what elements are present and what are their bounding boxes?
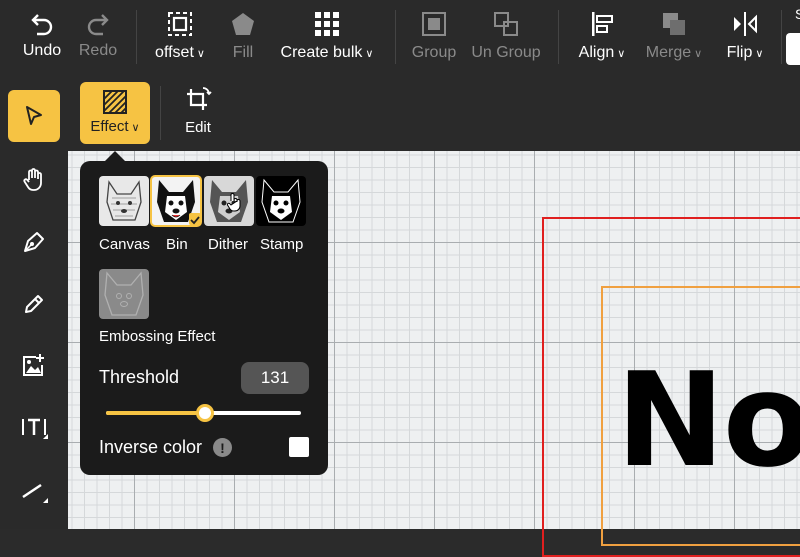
cursor-icon xyxy=(26,106,42,125)
left-toolbar xyxy=(0,75,68,529)
pencil-tool[interactable] xyxy=(8,278,60,330)
flip-label: Flip xyxy=(726,44,753,61)
create-bulk-label: Create bulk xyxy=(280,44,363,61)
inverse-color-checkbox[interactable] xyxy=(289,437,309,457)
undo-icon xyxy=(31,14,53,36)
ungroup-label: Un Group xyxy=(471,44,541,61)
hand-tool[interactable] xyxy=(8,154,60,206)
edit-label: Edit xyxy=(185,119,211,136)
threshold-slider-fill xyxy=(106,411,206,415)
pencil-icon xyxy=(25,295,43,313)
effect-label: Effect xyxy=(90,118,129,135)
crop-edit-icon xyxy=(187,87,212,110)
toolbar-divider xyxy=(558,10,559,64)
ungroup-icon xyxy=(494,12,518,36)
add-image-icon xyxy=(23,354,44,376)
pentagon-icon xyxy=(232,13,254,35)
merge-button[interactable]: Merge ∨ xyxy=(643,0,705,75)
redo-button[interactable]: Redo xyxy=(73,0,123,75)
size-label: S xyxy=(795,6,800,22)
dog-image xyxy=(261,178,301,223)
secondary-divider xyxy=(160,86,161,140)
inverse-color-label: Inverse color xyxy=(99,437,203,457)
align-left-icon xyxy=(592,12,613,36)
group-icon xyxy=(422,12,446,36)
grid-icon xyxy=(315,12,339,36)
add-image-tool[interactable] xyxy=(8,340,60,392)
redo-label: Redo xyxy=(78,42,118,59)
flip-button[interactable]: Flip ∨ xyxy=(724,0,766,75)
undo-label: Undo xyxy=(22,42,62,59)
select-tool[interactable] xyxy=(8,90,60,142)
chevron-down-icon: ∨ xyxy=(755,48,764,60)
dog-image xyxy=(106,180,142,221)
text-tool[interactable] xyxy=(8,402,60,454)
undo-button[interactable]: Undo xyxy=(17,0,67,75)
canvas-text-object[interactable]: No xyxy=(616,355,800,485)
fill-button[interactable]: Fill xyxy=(228,0,258,75)
text-icon xyxy=(22,418,48,439)
pen-nib-icon xyxy=(24,232,44,252)
effect-thumb-dither[interactable] xyxy=(204,176,254,226)
top-toolbar: Undo Redo offset ∨ Fill Create bulk ∨ Grou… xyxy=(0,0,800,76)
selected-check-icon xyxy=(189,213,201,225)
align-button[interactable]: Align ∨ xyxy=(576,0,628,75)
offset-button[interactable]: offset ∨ xyxy=(150,0,210,75)
effect-label-dither: Dither xyxy=(208,236,249,253)
flip-icon xyxy=(734,12,757,36)
edit-button[interactable]: Edit xyxy=(170,82,226,144)
effect-thumb-stamp[interactable] xyxy=(256,176,306,226)
effect-thumb-canvas[interactable] xyxy=(99,176,149,226)
offset-icon xyxy=(168,12,192,36)
line-icon xyxy=(22,483,48,503)
threshold-slider[interactable] xyxy=(106,404,301,422)
effect-thumb-embossing[interactable] xyxy=(99,269,149,319)
size-input[interactable] xyxy=(786,33,800,65)
merge-label: Merge xyxy=(645,44,692,61)
effect-label-canvas: Canvas xyxy=(99,236,150,253)
chevron-down-icon: ∨ xyxy=(131,122,140,134)
chevron-down-icon: ∨ xyxy=(694,48,703,60)
info-icon[interactable]: ! xyxy=(213,438,232,457)
line-tool[interactable] xyxy=(8,464,60,516)
effect-label-stamp: Stamp xyxy=(260,236,304,253)
redo-icon xyxy=(87,14,109,36)
dog-image xyxy=(104,271,144,316)
toolbar-divider xyxy=(395,10,396,64)
group-button[interactable]: Group xyxy=(410,0,458,75)
ungroup-button[interactable]: Un Group xyxy=(471,0,541,75)
toolbar-divider xyxy=(781,10,782,64)
effect-button[interactable]: Effect ∨ xyxy=(80,82,150,144)
pen-tool[interactable] xyxy=(8,216,60,268)
effect-label-embossing: Embossing Effect xyxy=(99,328,216,345)
chevron-down-icon: ∨ xyxy=(196,48,205,60)
merge-icon xyxy=(663,13,685,35)
align-label: Align xyxy=(578,44,615,61)
chevron-down-icon: ∨ xyxy=(365,48,374,60)
offset-label: offset xyxy=(155,44,194,61)
create-bulk-button[interactable]: Create bulk ∨ xyxy=(279,0,375,75)
threshold-value-input[interactable]: 131 xyxy=(241,362,309,394)
fill-label: Fill xyxy=(232,44,254,61)
chevron-down-icon: ∨ xyxy=(617,48,626,60)
hand-pointer-icon xyxy=(226,193,241,212)
effect-icon xyxy=(103,90,127,114)
hand-icon xyxy=(23,168,42,191)
effect-label-bin: Bin xyxy=(166,236,188,253)
group-label: Group xyxy=(411,44,457,61)
toolbar-divider xyxy=(136,10,137,64)
threshold-label: Threshold xyxy=(99,367,180,387)
